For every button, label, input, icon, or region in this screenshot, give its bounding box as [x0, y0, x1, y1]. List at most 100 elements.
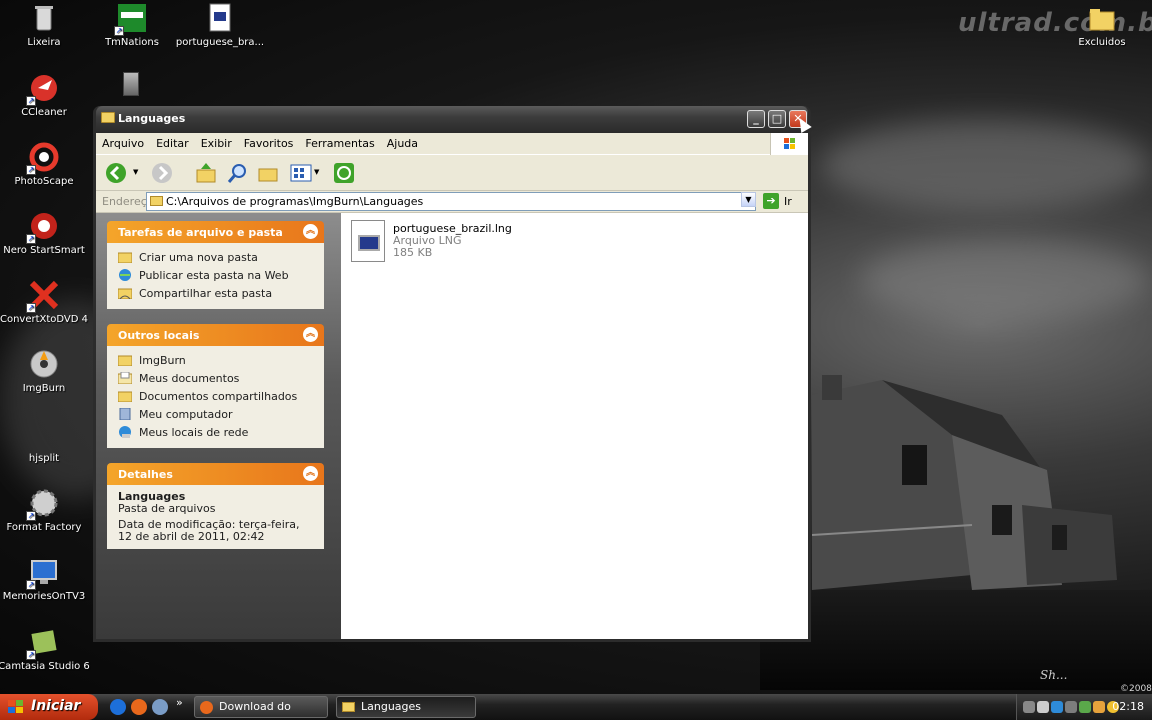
maximize-button[interactable]: □ — [768, 110, 786, 128]
address-input[interactable]: C:\Arquivos de programas\ImgBurn\Languag… — [146, 192, 756, 211]
firefox-icon — [200, 701, 213, 714]
desktop-icon-photoscape[interactable]: ↗ PhotoScape — [0, 141, 90, 187]
tray-network-icon[interactable] — [1051, 701, 1063, 713]
unnamed-desktop-icon[interactable] — [123, 72, 139, 96]
haunted-house-image — [812, 375, 1117, 590]
desktop-icon-camtasia[interactable]: ↗ Camtasia Studio 6 — [0, 626, 90, 672]
menu-editar[interactable]: Editar — [150, 133, 195, 155]
places-panel-header[interactable]: Outros locais ︽ — [107, 324, 324, 346]
place-my-computer[interactable]: Meu computador — [118, 406, 324, 424]
folder-icon — [342, 702, 355, 712]
task-label: Download do Traduçã... — [219, 700, 291, 713]
desktop-icon-label: Lixeira — [27, 37, 61, 48]
views-dropdown-icon[interactable]: ▼ — [314, 168, 319, 176]
ccleaner-icon: ↗ — [26, 72, 60, 106]
quicklaunch-more-button[interactable]: » — [176, 696, 183, 709]
task-label: Criar uma nova pasta — [139, 251, 258, 264]
desktop-icon-tmnations[interactable]: ↗ TmNations — [86, 2, 178, 48]
explorer-window[interactable]: Languages _ □ ✕ Arquivo Editar Exibir Favor… — [93, 106, 811, 642]
file-size: 185 KB — [393, 246, 433, 259]
collapse-chevron-icon[interactable]: ︽ — [303, 466, 318, 481]
place-my-documents[interactable]: Meus documentos — [118, 370, 324, 388]
tray-arrow-icon[interactable] — [1023, 701, 1035, 713]
collapse-chevron-icon[interactable]: ︽ — [303, 224, 318, 239]
views-button[interactable] — [289, 161, 313, 185]
details-panel: Detalhes ︽ Languages Pasta de arquivos D… — [107, 463, 324, 549]
go-button[interactable]: Ir — [784, 195, 792, 208]
title-bar[interactable]: Languages _ □ ✕ — [96, 106, 808, 133]
desktop-icon-excluidos[interactable]: Excluidos — [1056, 2, 1148, 48]
places-panel: Outros locais ︽ ImgBurn Meus documentos … — [107, 324, 324, 448]
task-share-folder[interactable]: Compartilhar esta pasta — [118, 285, 324, 303]
globe-icon — [119, 269, 131, 281]
shared-folder-icon — [118, 391, 132, 402]
menu-favoritos[interactable]: Favoritos — [238, 133, 300, 155]
place-label: Meus documentos — [139, 372, 240, 385]
tray-app-icon[interactable] — [1093, 701, 1105, 713]
start-button[interactable]: Iniciar — [0, 694, 98, 720]
place-shared-documents[interactable]: Documentos compartilhados — [118, 388, 324, 406]
new-folder-icon — [118, 252, 132, 263]
desktop-icon-convertxtodvd[interactable]: ↗ ConvertXtoDVD 4 — [0, 279, 90, 325]
shortcut-arrow-icon: ↗ — [26, 96, 36, 106]
back-dropdown-icon[interactable]: ▼ — [133, 168, 138, 176]
convertxtodvd-icon: ↗ — [26, 279, 60, 313]
tray-volume-icon[interactable] — [1065, 701, 1077, 713]
forward-button[interactable] — [150, 161, 174, 185]
menu-ajuda[interactable]: Ajuda — [381, 133, 424, 155]
menu-ferramentas[interactable]: Ferramentas — [299, 133, 380, 155]
firefox-icon[interactable] — [131, 699, 147, 715]
address-dropdown-icon[interactable]: ▼ — [741, 192, 756, 207]
details-panel-header[interactable]: Detalhes ︽ — [107, 463, 324, 485]
menu-arquivo[interactable]: Arquivo — [96, 133, 150, 155]
taskbar-task-firefox[interactable]: Download do Traduçã... — [194, 696, 328, 718]
windows-flag-icon — [8, 700, 23, 713]
views-icon — [290, 164, 312, 182]
desktop-icon-memoriesontv[interactable]: ↗ MemoriesOnTV3 — [0, 556, 90, 602]
search-button[interactable] — [226, 161, 250, 185]
file-list[interactable]: portuguese_brazil.lng Arquivo LNG 185 KB — [341, 213, 808, 639]
task-pane: Tarefas de arquivo e pasta ︽ Criar uma n… — [96, 213, 341, 639]
menu-bar: Arquivo Editar Exibir Favoritos Ferramentas A… — [96, 133, 808, 155]
shortcut-arrow-icon: ↗ — [26, 580, 36, 590]
tmnations-icon: ↗ — [114, 2, 148, 36]
panel-title: Detalhes — [118, 468, 173, 481]
window-title: Languages — [118, 112, 186, 125]
place-imgburn[interactable]: ImgBurn — [118, 352, 324, 370]
desktop-icon-portuguese-file[interactable]: portuguese_bra... — [174, 2, 266, 48]
desktop-icon-format-factory[interactable]: ↗ Format Factory — [0, 487, 90, 533]
sync-button[interactable] — [332, 161, 356, 185]
back-button[interactable] — [104, 161, 128, 185]
task-publish-web[interactable]: Publicar esta pasta na Web — [118, 267, 324, 285]
task-new-folder[interactable]: Criar uma nova pasta — [118, 249, 324, 267]
place-label: Meus locais de rede — [139, 426, 249, 439]
quicklaunch-app-icon[interactable] — [152, 699, 168, 715]
desktop-icon-label: Excluidos — [1078, 37, 1126, 48]
desktop-icon-hjsplit[interactable]: hjsplit — [0, 418, 90, 464]
tray-safely-remove-icon[interactable] — [1037, 701, 1049, 713]
desktop-icon-nero[interactable]: ↗ Nero StartSmart — [0, 210, 90, 256]
desktop-icon-label: Nero StartSmart — [3, 245, 85, 256]
collapse-chevron-icon[interactable]: ︽ — [303, 327, 318, 342]
desktop-icon-label: CCleaner — [21, 107, 67, 118]
tray-app-icon[interactable] — [1079, 701, 1091, 713]
desktop-icon-label: portuguese_bra... — [175, 37, 265, 48]
go-arrow-icon[interactable]: ➔ — [763, 193, 779, 209]
hjsplit-icon — [28, 418, 60, 450]
folders-button[interactable] — [256, 161, 280, 185]
share-folder-icon — [118, 288, 132, 299]
desktop-icon-lixeira[interactable]: Lixeira — [0, 2, 90, 48]
tasks-panel: Tarefas de arquivo e pasta ︽ Criar uma n… — [107, 221, 324, 309]
taskbar-task-languages[interactable]: Languages — [336, 696, 476, 718]
up-folder-button[interactable] — [194, 161, 218, 185]
menu-exibir[interactable]: Exibir — [195, 133, 238, 155]
minimize-button[interactable]: _ — [747, 110, 765, 128]
desktop-icon-imgburn[interactable]: ImgBurn — [0, 348, 90, 394]
internet-explorer-icon[interactable] — [110, 699, 126, 715]
signature: Sh... — [1040, 668, 1068, 682]
tasks-panel-header[interactable]: Tarefas de arquivo e pasta ︽ — [107, 221, 324, 243]
file-item[interactable]: portuguese_brazil.lng Arquivo LNG 185 KB — [351, 220, 611, 266]
place-network[interactable]: Meus locais de rede — [118, 424, 324, 442]
desktop-icon-ccleaner[interactable]: ↗ CCleaner — [0, 72, 90, 118]
clock[interactable]: 02:18 — [1112, 700, 1144, 713]
